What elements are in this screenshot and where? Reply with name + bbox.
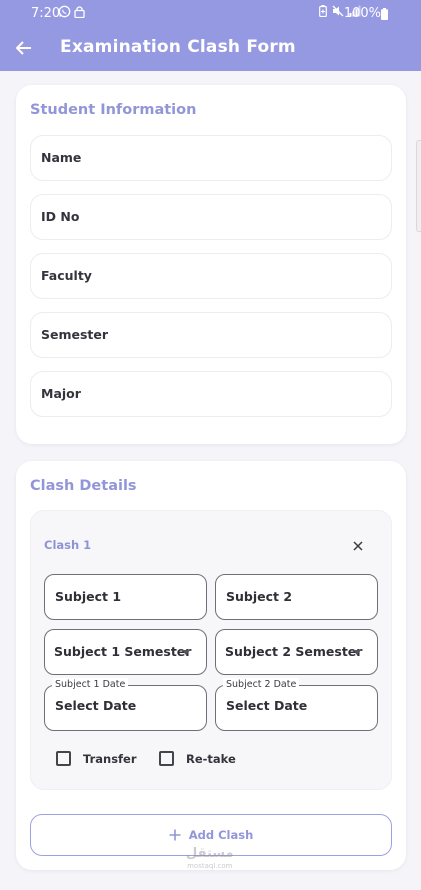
clash-details-title: Clash Details	[30, 478, 137, 494]
back-button[interactable]	[14, 38, 36, 58]
add-clash-label: Add Clash	[188, 828, 254, 842]
subject-2-date-field[interactable]: Subject 2 Date Select Date	[215, 678, 378, 731]
subject-1-date-label: Subject 1 Date	[52, 678, 129, 692]
retake-option[interactable]: Re-take	[159, 751, 236, 766]
id-no-field[interactable]: ID No	[30, 194, 392, 240]
app-bar: 7:20 100% Examination Clash Form	[0, 0, 421, 71]
clash-details-card: Clash Details Clash 1 Subject 1 Subject …	[16, 461, 406, 870]
subject-2-date-value: Select Date	[226, 698, 308, 713]
status-left-icons	[58, 5, 85, 18]
subject-2-date-label: Subject 2 Date	[223, 678, 300, 692]
chevron-down-icon	[182, 650, 190, 655]
subject-2-field[interactable]: Subject 2	[215, 574, 378, 620]
transfer-label: Transfer	[83, 751, 137, 766]
status-bar: 7:20 100%	[0, 0, 421, 28]
clash-entry: Clash 1 Subject 1 Subject 2 Subject 1 Se…	[30, 510, 392, 790]
subject-1-semester-dropdown[interactable]: Subject 1 Semester	[44, 629, 207, 675]
arrow-left-icon	[15, 41, 31, 55]
semester-field[interactable]: Semester	[30, 312, 392, 358]
battery-icon	[381, 8, 388, 20]
close-icon	[353, 541, 363, 551]
faculty-field[interactable]: Faculty	[30, 253, 392, 299]
subject-1-date-value: Select Date	[55, 698, 137, 713]
name-field[interactable]: Name	[30, 135, 392, 181]
mute-icon	[332, 5, 344, 17]
subject-1-semester-value: Subject 1 Semester	[54, 644, 192, 659]
whatsapp-icon	[58, 5, 71, 18]
page-title: Examination Clash Form	[60, 37, 296, 57]
watermark: مستقل mostaql.com	[186, 846, 234, 872]
major-field[interactable]: Major	[30, 371, 392, 417]
subject-2-semester-dropdown[interactable]: Subject 2 Semester	[215, 629, 378, 675]
watermark-subtext: mostaql.com	[187, 862, 233, 870]
transfer-checkbox[interactable]	[56, 751, 71, 766]
edge-scroll-handle[interactable]	[416, 140, 421, 232]
retake-label: Re-take	[186, 751, 236, 766]
student-info-title: Student Information	[30, 102, 197, 118]
battery-saver-icon	[319, 5, 327, 17]
battery-percent: 100%	[343, 6, 381, 21]
subject-1-date-field[interactable]: Subject 1 Date Select Date	[44, 678, 207, 731]
lock-icon	[74, 6, 85, 18]
subject-2-semester-value: Subject 2 Semester	[225, 644, 363, 659]
plus-icon	[169, 829, 181, 841]
retake-checkbox[interactable]	[159, 751, 174, 766]
student-info-card: Student Information Name ID No Faculty S…	[16, 85, 406, 444]
chevron-down-icon	[353, 650, 361, 655]
transfer-option[interactable]: Transfer	[56, 751, 137, 766]
subject-1-field[interactable]: Subject 1	[44, 574, 207, 620]
watermark-text: مستقل	[186, 846, 234, 861]
clash-label: Clash 1	[44, 538, 92, 552]
status-time: 7:20	[31, 6, 61, 21]
remove-clash-button[interactable]	[351, 538, 365, 552]
